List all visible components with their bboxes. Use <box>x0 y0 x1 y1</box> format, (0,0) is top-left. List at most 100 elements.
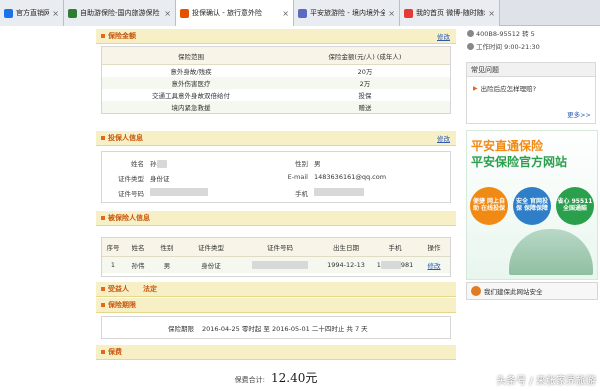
close-icon[interactable]: × <box>282 9 289 18</box>
arrow-icon: ▶ <box>473 84 478 92</box>
order-confirmation: 保险金额 修改 保险范围 保险金额(元/人) (成年人) 意外身故/残疾 20万… <box>96 26 456 391</box>
coverage-item: 交通工具意外身故双倍给付 <box>152 92 230 100</box>
applicant-phone: 手机 <box>268 188 364 198</box>
edit-coverage-link[interactable]: 修改 <box>437 31 450 41</box>
bullet-icon <box>101 34 105 38</box>
close-icon[interactable]: × <box>164 9 171 18</box>
faq-box: 常见问题 ▶ 出险后应怎样理赔? 更多>> <box>466 62 596 124</box>
browser-tab[interactable]: 自助游保险-国内旅游保险 × <box>64 0 176 26</box>
section-title: 保费 <box>108 348 122 356</box>
field-value: 1483636161@qq.com <box>314 173 387 181</box>
right-sidebar: 400B8-95512 转 5 工作时间 9:00-21:30 常见问题 ▶ 出… <box>463 26 600 391</box>
tab-label: 我的首页 微博-随时随地 <box>416 9 486 17</box>
section-header-insured: 被保险人信息 <box>96 211 456 226</box>
page-icon <box>298 8 307 18</box>
shield-icon <box>471 286 481 296</box>
section-title: 保险期限 <box>108 301 136 309</box>
browser-tab[interactable]: 投保确认 - 旅行意外险 × <box>176 0 294 26</box>
browser-tab[interactable]: 我的首页 微博-随时随地 × <box>400 0 500 26</box>
section-header-period: 保险期限 <box>96 298 456 313</box>
family-photo <box>509 229 593 275</box>
promo-banner[interactable]: 平安直通保险 平安保险官方网站 便捷 网上自助 在线投保 安全 官网投保 保障保… <box>466 130 598 280</box>
watermark: 头条号 / 来张家界旅游 <box>496 376 596 387</box>
section-title: 被保险人信息 <box>108 214 150 222</box>
column-header: 性别 <box>160 244 174 252</box>
table-row: 境内紧急救援 赠送 <box>102 101 450 113</box>
coverage-table-header: 保险范围 保险金额(元/人) (成年人) <box>102 47 450 65</box>
browser-tab[interactable]: 官方直销网站× <box>0 0 64 26</box>
close-icon[interactable]: × <box>488 9 495 18</box>
more-link[interactable]: 更多>> <box>567 109 591 119</box>
section-title: 受益人 <box>108 285 129 293</box>
premium-amount: 12.40元 <box>271 371 318 385</box>
applicant-gender: 性别 男 <box>268 158 321 168</box>
insured-birth-date: 1994-12-13 <box>327 261 365 269</box>
service-phone: 400B8-95512 转 5 <box>467 28 535 38</box>
column-header: 保险范围 <box>178 52 204 61</box>
close-icon[interactable]: × <box>388 9 395 18</box>
faq-item[interactable]: ▶ 出险后应怎样理赔? <box>467 77 595 94</box>
badge-secure: 安全 官网投保 保障保障 <box>513 187 551 225</box>
insured-id-type: 身份证 <box>201 262 221 270</box>
field-value: 孙 <box>150 158 167 168</box>
bullet-icon <box>101 350 105 354</box>
edit-insured-link[interactable]: 修改 <box>418 260 450 270</box>
coverage-amount: 2万 <box>359 80 371 88</box>
applicant-id-number: 证件号码 <box>104 188 208 198</box>
field-value-redacted <box>314 188 364 198</box>
field-value-redacted <box>150 188 208 198</box>
insured-phone: 1 981 <box>376 261 414 269</box>
field-label: 姓名 <box>131 160 144 168</box>
coverage-amount: 投保 <box>358 92 372 100</box>
phone-icon <box>467 29 474 37</box>
tab-label: 平安旅游险 - 境内境外全 <box>310 9 386 17</box>
field-value: 身份证 <box>150 175 170 183</box>
column-header: 出生日期 <box>333 244 359 252</box>
column-header: 姓名 <box>131 244 145 252</box>
edit-applicant-link[interactable]: 修改 <box>437 133 450 143</box>
globe-icon <box>4 8 13 18</box>
browser-tab-bar: 官方直销网站×自助游保险-国内旅游保险×投保确认 - 旅行意外险×平安旅游险 -… <box>0 0 600 26</box>
applicant-name: 姓名 孙 <box>104 158 167 168</box>
clock-icon <box>467 42 474 50</box>
period-value: 2016-04-25 零时起 至 2016-05-01 二十四时止 共 7 天 <box>202 324 368 333</box>
banner-subtitle: 平安保险官方网站 <box>471 155 568 169</box>
bullet-icon <box>101 303 105 307</box>
section-title: 保险金额 <box>108 32 136 40</box>
section-header-beneficiary: 受益人 法定 <box>96 282 456 297</box>
weibo-icon <box>404 8 413 18</box>
badge-worry-free: 省心 95511 全国通赔 <box>556 187 594 225</box>
bullet-icon <box>101 287 105 291</box>
applicant-id-type: 证件类型 身份证 <box>104 173 170 183</box>
field-label: 性别 <box>295 160 308 168</box>
table-row: 交通工具意外身故双倍给付 投保 <box>102 89 450 101</box>
security-download[interactable]: 我们建保此网站安全 <box>466 282 598 300</box>
browser-tab[interactable]: 平安旅游险 - 境内境外全 × <box>294 0 400 26</box>
column-header: 序号 <box>106 244 120 252</box>
leaf-icon <box>68 8 77 18</box>
section-title: 投保人信息 <box>108 134 143 142</box>
insured-name: 孙伟 <box>131 262 145 270</box>
premium-label: 保费合计: <box>234 376 265 384</box>
column-header: 证件号码 <box>267 244 293 252</box>
row-index: 1 <box>110 261 116 269</box>
close-icon[interactable]: × <box>52 9 59 18</box>
applicant-email: E-mail 1483636161@qq.com <box>268 173 386 181</box>
insured-table-header: 序号 姓名 性别 证件类型 证件号码 出生日期 手机 操作 <box>102 238 450 257</box>
tab-label: 官方直销网站 <box>16 9 49 17</box>
column-header: 保险金额(元/人) (成年人) <box>328 52 402 61</box>
coverage-item: 境内紧急救援 <box>171 104 211 112</box>
table-row: 意外身故/残疾 20万 <box>102 65 450 77</box>
coverage-amount: 20万 <box>357 68 373 76</box>
field-label: 证件号码 <box>118 190 144 198</box>
applicant-info: 姓名 孙 证件类型 身份证 证件号码 性别 男 E-mail 148363616… <box>101 151 451 203</box>
banner-title: 平安直通保险 <box>471 139 544 153</box>
badge-convenient: 便捷 网上自助 在线投保 <box>470 187 508 225</box>
tab-label: 自助游保险-国内旅游保险 <box>80 9 160 17</box>
insured-id-number-redacted <box>240 261 320 269</box>
period-info: 保险期限 2016-04-25 零时起 至 2016-05-01 二十四时止 共… <box>101 316 451 339</box>
table-row: 意外伤害医疗 2万 <box>102 77 450 89</box>
field-label: 保险期限 <box>168 324 194 333</box>
faq-title: 常见问题 <box>467 63 595 77</box>
insured-gender: 男 <box>163 262 171 270</box>
